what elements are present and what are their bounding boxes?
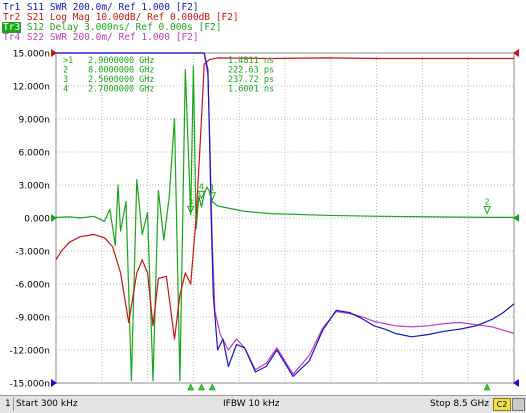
- y-tick-label: -15.000n: [10, 380, 50, 390]
- y-tick-label: 15.000n: [13, 50, 50, 60]
- plot-area[interactable]: 15.000n 12.000n 9.000n 6.000n 3.000n 0.000 -3.…: [0, 44, 526, 395]
- trace-scale: 200.0m/: [72, 32, 113, 43]
- trace-header: Tr1 S11 SWR 200.0m/ Ref 1.000 [F2] Tr2 S…: [0, 0, 526, 44]
- marker-label: 2: [485, 198, 490, 207]
- ifbw-setting[interactable]: IFBW 10 kHz: [223, 399, 279, 409]
- y-tick-label: 0.000: [24, 215, 50, 225]
- y-axis-labels: 15.000n 12.000n 9.000n 6.000n 3.000n 0.000 -3.…: [10, 50, 51, 390]
- trace-line-4[interactable]: Tr4 S22 SWR 200.0m/ Ref 1.000 [F2]: [2, 32, 199, 43]
- status-icon: [512, 398, 525, 411]
- start-frequency[interactable]: Start 300 kHz: [16, 399, 78, 409]
- marker-label: 1: [210, 184, 215, 193]
- marker-table-cell: 2.5000000 GHz: [88, 75, 155, 85]
- y-tick-label: -9.000n: [15, 314, 50, 324]
- status-bar: 1 Start 300 kHz IFBW 10 kHz Stop 8.5 GHz…: [0, 395, 526, 413]
- trace-format: SWR: [49, 32, 67, 43]
- marker-label: 3: [188, 197, 193, 206]
- y-tick-label: 9.000n: [19, 116, 50, 126]
- marker-table-cell: 8.0000000 GHz: [88, 66, 155, 76]
- trace-param: S22: [26, 32, 45, 43]
- marker-table-cell: 1.4811 ns: [228, 56, 274, 66]
- marker-table-cell: 3: [63, 75, 68, 85]
- y-tick-label: 6.000n: [19, 149, 50, 159]
- y-tick-label: -12.000n: [10, 347, 50, 357]
- y-tick-label: -6.000n: [15, 281, 50, 291]
- trace-tag: [F2]: [175, 32, 199, 43]
- stop-frequency[interactable]: Stop 8.5 GHz: [430, 399, 489, 409]
- trace-ref: Ref 1.000: [118, 32, 170, 43]
- channel-number[interactable]: 1: [5, 399, 11, 409]
- marker-table-cell: 2.9000000 GHz: [88, 56, 155, 66]
- channel-badge[interactable]: C2: [493, 398, 511, 411]
- x-marker-indicator[interactable]: [198, 383, 205, 391]
- vna-window: Tr1 S11 SWR 200.0m/ Ref 1.000 [F2] Tr2 S…: [0, 0, 526, 413]
- marker-table-cell: 222.63 ps: [228, 66, 274, 76]
- x-marker-indicator[interactable]: [483, 383, 491, 391]
- y-tick-label: 12.000n: [13, 83, 50, 93]
- x-marker-indicator[interactable]: [208, 383, 216, 391]
- marker-table-cell: 1.6001 ns: [228, 85, 274, 95]
- y-tick-label: 3.000n: [19, 182, 50, 192]
- marker-table-cell: 2: [63, 66, 68, 76]
- y-tick-label: -3.000n: [15, 248, 50, 258]
- marker-table-cell: 4: [63, 85, 68, 95]
- marker-table-cell: 2.7000000 GHz: [88, 85, 155, 95]
- divider: [13, 397, 14, 411]
- marker-table-cell: >1: [63, 56, 73, 66]
- trace-badge: Tr4: [3, 32, 21, 43]
- marker-table-cell: 237.72 ps: [228, 75, 274, 85]
- marker-label: 4: [199, 182, 204, 191]
- plot-grid: [55, 52, 515, 384]
- trace-tag: [F2]: [198, 22, 222, 33]
- x-marker-indicator[interactable]: [187, 383, 195, 391]
